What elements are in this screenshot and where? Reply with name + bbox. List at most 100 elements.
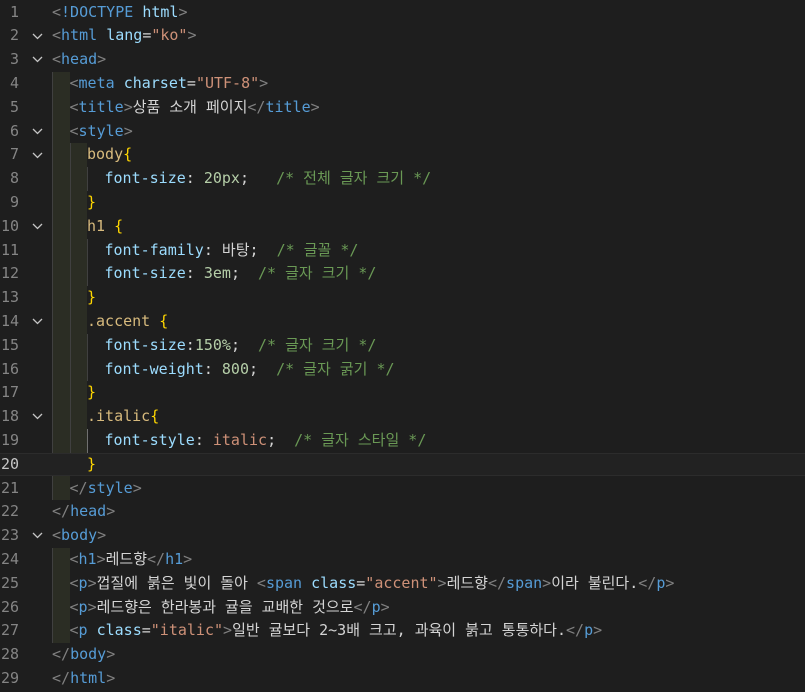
- code-line[interactable]: 7 body{: [0, 143, 805, 167]
- code-text[interactable]: <p>레드향은 한라봉과 귤을 교배한 것으로</p>: [70, 596, 390, 620]
- token-text: 이라 불린다.: [551, 573, 639, 592]
- code-text[interactable]: .italic{: [87, 405, 159, 429]
- code-line[interactable]: 25 <p>껍질에 붉은 빛이 돌아 <span class="accent">레…: [0, 572, 805, 596]
- code-text[interactable]: <p class="italic">일반 귤보다 2~3배 크고, 과육이 붉고…: [70, 619, 603, 643]
- code-text[interactable]: .accent {: [87, 310, 168, 334]
- code-text[interactable]: font-size:150%; /* 글자 크기 */: [105, 334, 377, 358]
- code-text[interactable]: <title>상품 소개 페이지</title>: [70, 96, 320, 120]
- chevron-down-icon[interactable]: [31, 24, 43, 48]
- code-text[interactable]: }: [87, 381, 96, 405]
- token-punct: <: [69, 621, 79, 640]
- code-text[interactable]: font-family: 바탕; /* 글꼴 */: [105, 239, 359, 263]
- code-text[interactable]: <html lang="ko">: [52, 24, 197, 48]
- token-text: ;: [230, 264, 259, 283]
- code-line[interactable]: 22 </head>: [0, 500, 805, 524]
- token-punct: >: [187, 26, 197, 45]
- token-tag: html: [61, 26, 98, 45]
- token-tag: title: [78, 97, 124, 116]
- code-line[interactable]: 28 </body>: [0, 643, 805, 667]
- code-text[interactable]: <!DOCTYPE html>: [52, 1, 187, 25]
- token-text: :: [185, 169, 204, 188]
- code-text[interactable]: </body>: [52, 643, 115, 667]
- line-number: 28: [0, 645, 19, 664]
- token-prop: font-family: [104, 240, 204, 259]
- token-tag: p: [656, 573, 666, 592]
- code-line[interactable]: 6 <style>: [0, 120, 805, 144]
- code-text[interactable]: h1 {: [87, 215, 123, 239]
- code-line[interactable]: 14 .accent {: [0, 310, 805, 334]
- code-line[interactable]: 15 font-size:150%; /* 글자 크기 */: [0, 334, 805, 358]
- code-line[interactable]: 21 </style>: [0, 477, 805, 501]
- code-line[interactable]: 13}: [0, 286, 805, 310]
- token-tag: body: [61, 526, 98, 545]
- code-line[interactable]: 2 <html lang="ko">: [0, 24, 805, 48]
- token-tag: body: [70, 645, 107, 664]
- code-text[interactable]: <p>껍질에 붉은 빛이 돌아 <span class="accent">레드향…: [70, 572, 675, 596]
- code-text[interactable]: }: [87, 453, 96, 477]
- code-line[interactable]: 1 <!DOCTYPE html>: [0, 1, 805, 25]
- code-line[interactable]: 26 <p>레드향은 한라봉과 귤을 교배한 것으로</p>: [0, 596, 805, 620]
- code-line[interactable]: 12 font-size: 3em; /* 글자 크기 */: [0, 262, 805, 286]
- code-text[interactable]: <body>: [52, 524, 106, 548]
- token-text: :: [203, 240, 222, 259]
- chevron-down-icon[interactable]: [31, 143, 43, 167]
- token-punct: <: [69, 597, 79, 616]
- line-number: 17: [0, 383, 19, 402]
- token-num: 3em: [203, 264, 231, 283]
- code-line[interactable]: 27 <p class="italic">일반 귤보다 2~3배 크고, 과육이 …: [0, 619, 805, 643]
- code-text[interactable]: </html>: [52, 667, 115, 691]
- code-line[interactable]: 3 <head>: [0, 48, 805, 72]
- line-number: 9: [9, 192, 19, 211]
- code-line[interactable]: 16 font-weight: 800; /* 글자 굵기 */: [0, 358, 805, 382]
- code-text[interactable]: }: [87, 191, 96, 215]
- code-line[interactable]: 24 <h1>레드향</h1>: [0, 548, 805, 572]
- code-text[interactable]: font-size: 20px; /* 전체 글자 크기 */: [105, 167, 432, 191]
- chevron-down-icon[interactable]: [31, 215, 43, 239]
- code-line[interactable]: 8 font-size: 20px; /* 전체 글자 크기 */: [0, 167, 805, 191]
- chevron-down-icon[interactable]: [31, 48, 43, 72]
- token-comment: /* 전체 글자 크기 */: [276, 169, 432, 188]
- token-val: italic: [212, 430, 268, 449]
- token-punct: </: [52, 645, 71, 664]
- code-line[interactable]: 9}: [0, 191, 805, 215]
- line-number: 8: [9, 169, 19, 188]
- chevron-down-icon[interactable]: [31, 310, 43, 334]
- code-text[interactable]: font-weight: 800; /* 글자 굵기 */: [105, 358, 395, 382]
- token-tag: h1: [78, 549, 97, 568]
- token-brace: {: [123, 145, 133, 164]
- code-line[interactable]: 20}: [0, 452, 805, 477]
- code-line[interactable]: 4 <meta charset="UTF-8">: [0, 72, 805, 96]
- code-line[interactable]: 5 <title>상품 소개 페이지</title>: [0, 96, 805, 120]
- code-line[interactable]: 19 font-style: italic; /* 글자 스타일 */: [0, 429, 805, 453]
- code-text[interactable]: <h1>레드향</h1>: [70, 548, 193, 572]
- code-text[interactable]: body{: [87, 143, 132, 167]
- chevron-down-icon[interactable]: [31, 524, 43, 548]
- code-text[interactable]: </head>: [52, 500, 115, 524]
- code-text[interactable]: <meta charset="UTF-8">: [70, 72, 269, 96]
- token-punct: >: [183, 549, 193, 568]
- code-text[interactable]: <head>: [52, 48, 106, 72]
- code-text[interactable]: }: [87, 286, 96, 310]
- token-tag: html: [70, 668, 107, 687]
- token-text: ;: [249, 240, 277, 259]
- code-text[interactable]: font-size: 3em; /* 글자 크기 */: [105, 262, 377, 286]
- chevron-down-icon[interactable]: [31, 405, 43, 429]
- code-line[interactable]: 11 font-family: 바탕; /* 글꼴 */: [0, 239, 805, 263]
- code-text[interactable]: </style>: [70, 477, 142, 501]
- line-number: 23: [0, 526, 19, 545]
- chevron-down-icon[interactable]: [31, 120, 43, 144]
- code-line[interactable]: 17}: [0, 381, 805, 405]
- code-text[interactable]: <style>: [70, 120, 133, 144]
- token-attr: charset: [123, 73, 187, 92]
- token-text: =: [141, 621, 151, 640]
- code-line[interactable]: 10 h1 {: [0, 215, 805, 239]
- token-str: "accent": [365, 573, 438, 592]
- code-line[interactable]: 18 .italic{: [0, 405, 805, 429]
- code-line[interactable]: 23 <body>: [0, 524, 805, 548]
- code-text[interactable]: font-style: italic; /* 글자 스타일 */: [105, 429, 427, 453]
- code-editor[interactable]: 1 <!DOCTYPE html> 2 <html lang="ko"> 3 <head>…: [0, 0, 805, 692]
- token-brace: }: [87, 288, 97, 307]
- code-line[interactable]: 29 </html>: [0, 667, 805, 691]
